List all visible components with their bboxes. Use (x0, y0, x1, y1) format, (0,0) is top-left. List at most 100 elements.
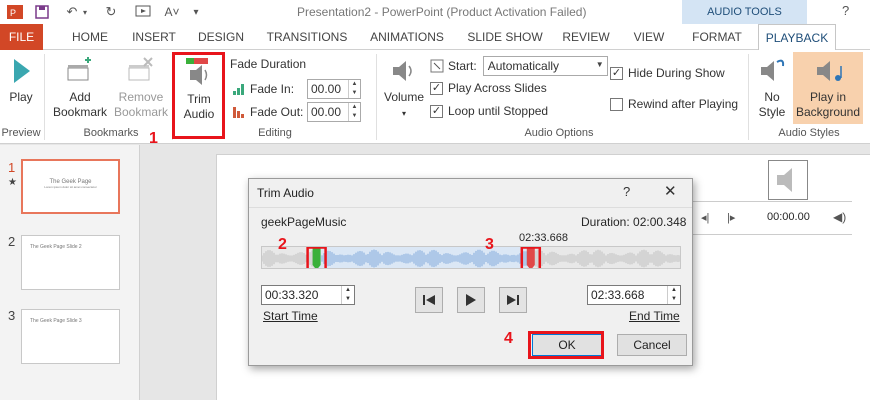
play-label: Play (9, 90, 33, 104)
rewind-after-playing-checkbox[interactable]: Rewind after Playing (610, 97, 738, 111)
play-preview-button[interactable] (457, 287, 485, 313)
add-bookmark-button[interactable]: Add Bookmark (50, 56, 110, 120)
slide-number-1: 1 (8, 160, 16, 175)
play-preview-icon (466, 294, 476, 306)
window-title: Presentation2 - PowerPoint (Product Acti… (297, 5, 587, 19)
no-style-icon (761, 59, 785, 81)
player-time: 00:00.00 (767, 211, 810, 223)
slide-thumbnail-3[interactable]: The Geek Page Slide 3 (21, 309, 120, 364)
tab-animations[interactable]: ANIMATIONS (364, 24, 450, 50)
loop-label: Loop until Stopped (448, 104, 549, 118)
slide-2-title: The Geek Page Slide 2 (30, 244, 82, 250)
audio-waveform[interactable] (261, 246, 681, 269)
slide-1-subtitle: Lorem ipsum dolor sit amet consectetur (44, 185, 97, 189)
player-rewind-icon[interactable]: ◂| (701, 211, 709, 224)
slide-number-2: 2 (8, 234, 16, 249)
end-time-label: End Time (629, 309, 680, 323)
tab-playback[interactable]: PLAYBACK (758, 24, 836, 51)
remove-bookmark-button[interactable]: Remove Bookmark (112, 56, 170, 120)
speaker-icon (777, 168, 792, 192)
cancel-button[interactable]: Cancel (617, 334, 687, 356)
end-time-spinner[interactable]: ▲ ▼ (667, 286, 680, 304)
previous-frame-icon (423, 295, 435, 305)
fade-out-input[interactable]: 00.00 ▲ ▼ (307, 102, 361, 122)
play-bg-label-2: Background (795, 105, 861, 119)
font-color-icon[interactable]: A˅ (164, 3, 180, 21)
tab-view[interactable]: VIEW (624, 24, 674, 50)
slide-star-icon: ★ (8, 177, 17, 188)
tab-format[interactable]: FORMAT (686, 24, 748, 50)
redo-icon[interactable]: ↻ (103, 3, 119, 21)
tab-design[interactable]: DESIGN (193, 24, 249, 50)
player-forward-icon[interactable]: |▸ (727, 211, 735, 224)
volume-dropdown-icon: ▾ (401, 109, 406, 118)
play-across-slides-checkbox[interactable]: ✓ Play Across Slides (430, 81, 547, 95)
previous-frame-button[interactable] (415, 287, 443, 313)
tab-slide-show[interactable]: SLIDE SHOW (462, 24, 548, 50)
add-bookmark-label-1: Add (69, 90, 91, 104)
tab-insert[interactable]: INSERT (125, 24, 183, 50)
tab-file[interactable]: FILE (0, 24, 43, 50)
ribbon: Play Preview Add Bookmark Remove Bookmar… (0, 50, 870, 144)
start-trim-marker[interactable] (312, 247, 321, 269)
tab-review[interactable]: REVIEW (558, 24, 614, 50)
customize-qat-icon[interactable]: ▾ (190, 3, 202, 21)
play-across-label: Play Across Slides (448, 81, 547, 95)
tab-home[interactable]: HOME (62, 24, 118, 50)
fade-out-icon (233, 107, 244, 118)
dialog-help-icon[interactable]: ? (623, 184, 630, 199)
loop-check[interactable]: ✓ (430, 104, 443, 118)
start-label: Start: (448, 59, 477, 73)
slide-thumbnail-2[interactable]: The Geek Page Slide 2 (21, 235, 120, 290)
end-marker-time: 02:33.668 (519, 232, 568, 244)
loop-until-stopped-checkbox[interactable]: ✓ Loop until Stopped (430, 104, 548, 118)
play-button[interactable]: Play (4, 56, 38, 105)
save-icon[interactable] (34, 3, 50, 21)
dialog-close-icon[interactable]: ✕ (664, 182, 677, 200)
fade-in-input[interactable]: 00.00 ▲ ▼ (307, 79, 361, 99)
volume-label: Volume (383, 90, 425, 104)
bookmarks-group-label: Bookmarks (83, 127, 139, 139)
end-trim-marker[interactable] (526, 247, 535, 269)
fade-in-icon (233, 84, 244, 95)
play-in-background-button[interactable]: Play in Background (793, 52, 863, 124)
slide-number-3: 3 (8, 308, 16, 323)
next-frame-button[interactable] (499, 287, 527, 313)
undo-dropdown-icon[interactable]: ▾ (80, 3, 90, 21)
play-across-check[interactable]: ✓ (430, 81, 443, 95)
fade-in-spinner[interactable]: ▲ ▼ (348, 80, 360, 98)
volume-button[interactable]: Volume ▾ (380, 56, 428, 121)
powerpoint-logo-icon: P (6, 3, 24, 21)
start-time-spinner[interactable]: ▲ ▼ (341, 286, 354, 304)
undo-icon[interactable]: ↶ (64, 3, 80, 21)
start-from-beginning-icon[interactable] (134, 3, 152, 21)
hide-label: Hide During Show (628, 66, 725, 80)
audio-object[interactable] (768, 160, 808, 200)
highlight-trim-audio (172, 52, 225, 139)
start-time-input[interactable]: 00:33.320 ▲ ▼ (261, 285, 355, 305)
annotation-3: 3 (485, 236, 494, 253)
tab-transitions[interactable]: TRANSITIONS (262, 24, 352, 50)
hide-during-show-checkbox[interactable]: ✓ Hide During Show (610, 66, 725, 80)
player-volume-icon[interactable]: ◀) (833, 210, 846, 224)
start-icon (430, 59, 444, 73)
play-bg-label-1: Play in (809, 90, 847, 104)
editing-group-label: Editing (258, 127, 292, 139)
slide-thumbnail-1[interactable]: The Geek Page Lorem ipsum dolor sit amet… (21, 159, 120, 214)
preview-group-label: Preview (1, 127, 41, 139)
rewind-check[interactable] (610, 97, 623, 111)
add-bookmark-label-2: Bookmark (52, 105, 108, 119)
hide-check[interactable]: ✓ (610, 66, 623, 80)
fade-out-spinner[interactable]: ▲ ▼ (348, 103, 360, 121)
fade-out-value: 00.00 (311, 105, 342, 119)
help-icon[interactable]: ? (842, 3, 849, 18)
no-style-label-2: Style (758, 105, 786, 119)
ribbon-tabs: FILE HOME INSERT DESIGN TRANSITIONS ANIM… (0, 24, 870, 51)
no-style-button[interactable]: No Style (752, 56, 792, 120)
start-value: Automatically (487, 59, 560, 73)
end-time-input[interactable]: 02:33.668 ▲ ▼ (587, 285, 681, 305)
annotation-2: 2 (278, 236, 287, 253)
annotation-4: 4 (504, 330, 513, 347)
trim-audio-dialog: Trim Audio ? ✕ geekPageMusic Duration: 0… (248, 178, 693, 366)
start-dropdown[interactable]: Automatically ▼ (482, 56, 608, 76)
